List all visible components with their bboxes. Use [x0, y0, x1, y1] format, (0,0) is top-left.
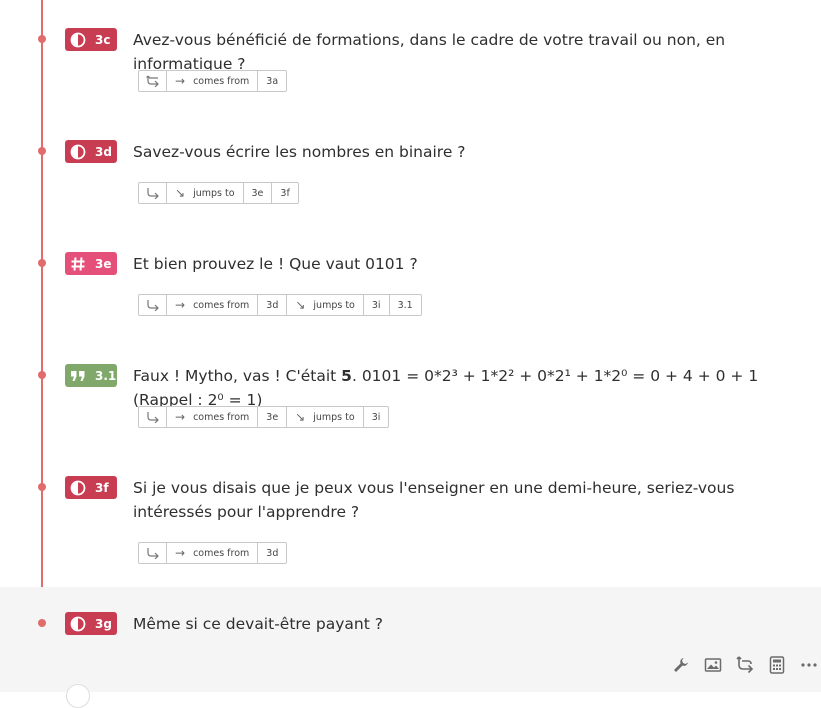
logic-icon[interactable] [139, 407, 167, 427]
arrow-right-icon: → [175, 298, 186, 312]
timeline-dot [38, 259, 46, 267]
half-circle-icon [67, 144, 89, 160]
question-text[interactable]: Si je vous disais que je peux vous l'ens… [133, 476, 808, 524]
logic-bar[interactable]: → comes from 3a [138, 70, 288, 92]
logic-bar[interactable]: → comes from 3d ↘ jumps to 3i 3.1 [138, 294, 422, 316]
half-circle-icon [67, 32, 89, 48]
logic-bar[interactable]: → comes from 3e ↘ jumps to 3i [138, 406, 390, 428]
jumps-to-ref[interactable]: 3i [364, 295, 390, 315]
image-icon[interactable] [702, 654, 724, 676]
question-number: 3.1 [95, 368, 117, 383]
timeline-dot [38, 619, 46, 627]
jumps-to-label: ↘ jumps to [287, 407, 364, 427]
statement-text-bold: 5 [341, 367, 352, 385]
half-circle-icon [67, 480, 89, 496]
statement-badge[interactable]: 3.1 [65, 364, 117, 387]
logic-bar[interactable]: ↘ jumps to 3e 3f [138, 182, 299, 204]
active-question-highlight [0, 587, 821, 692]
question-number: 3c [95, 32, 111, 47]
add-question-button[interactable] [66, 684, 90, 708]
logic-icon[interactable] [139, 543, 167, 563]
logic-icon[interactable] [734, 654, 756, 676]
jumps-to-ref[interactable]: 3f [272, 183, 297, 203]
comes-from-ref[interactable]: 3d [258, 295, 288, 315]
statement-text-part: Faux ! Mytho, vas ! C'était [133, 367, 342, 385]
comes-from-label: → comes from [167, 71, 259, 91]
wrench-icon[interactable] [670, 654, 692, 676]
question-badge[interactable]: 3c [65, 28, 117, 51]
question-number: 3d [95, 144, 112, 159]
question-text[interactable]: Même si ce devait-être payant ? [133, 612, 808, 636]
statement-text[interactable]: Faux ! Mytho, vas ! C'était 5. 0101 = 0*… [133, 364, 808, 412]
question-text[interactable]: Avez-vous bénéficié de formations, dans … [133, 28, 808, 76]
jumps-to-label: ↘ jumps to [167, 183, 244, 203]
question-badge[interactable]: 3d [65, 140, 117, 163]
question-number: 3f [95, 480, 109, 495]
question-badge[interactable]: 3f [65, 476, 117, 499]
jumps-to-label: ↘ jumps to [287, 295, 364, 315]
logic-bar[interactable]: → comes from 3d [138, 542, 288, 564]
arrow-down-right-icon: ↘ [295, 298, 306, 312]
arrow-right-icon: → [175, 74, 186, 88]
calculator-icon[interactable] [766, 654, 788, 676]
logic-icon[interactable] [139, 295, 167, 315]
jumps-to-ref[interactable]: 3i [364, 407, 389, 427]
question-text[interactable]: Savez-vous écrire les nombres en binaire… [133, 140, 808, 164]
jumps-to-ref[interactable]: 3.1 [390, 295, 421, 315]
comes-from-ref[interactable]: 3a [258, 71, 286, 91]
comes-from-ref[interactable]: 3d [258, 543, 286, 563]
timeline-dot [38, 483, 46, 491]
logic-icon[interactable] [139, 183, 167, 203]
timeline-dot [38, 371, 46, 379]
timeline-dot [38, 147, 46, 155]
comes-from-label: → comes from [167, 295, 259, 315]
comes-from-label: → comes from [167, 543, 259, 563]
timeline-dot [38, 35, 46, 43]
jumps-to-ref[interactable]: 3e [244, 183, 273, 203]
arrow-down-right-icon: ↘ [295, 410, 306, 424]
comes-from-ref[interactable]: 3e [258, 407, 288, 427]
question-number: 3g [95, 616, 112, 631]
question-number: 3e [95, 256, 112, 271]
comes-from-label: → comes from [167, 407, 259, 427]
more-icon[interactable] [798, 654, 820, 676]
question-badge[interactable]: 3g [65, 612, 117, 635]
question-text[interactable]: Et bien prouvez le ! Que vaut 0101 ? [133, 252, 808, 276]
arrow-right-icon: → [175, 410, 186, 424]
logic-icon[interactable] [139, 71, 167, 91]
arrow-down-right-icon: ↘ [175, 186, 186, 200]
question-badge[interactable]: 3e [65, 252, 117, 275]
question-toolbar [670, 654, 820, 676]
hash-icon [67, 256, 89, 272]
half-circle-icon [67, 616, 89, 632]
arrow-right-icon: → [175, 546, 186, 560]
quote-icon [67, 369, 89, 383]
